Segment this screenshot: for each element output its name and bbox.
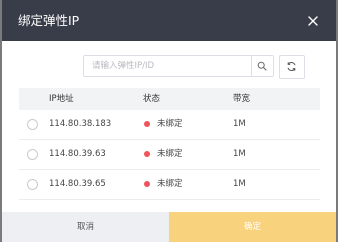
search-input[interactable] <box>84 56 256 76</box>
bind-eip-dialog: 绑定弹性IP IP地址 状态 带宽 <box>2 0 336 242</box>
search-icon <box>257 61 267 71</box>
column-header-bandwidth: 带宽 <box>233 94 251 104</box>
ip-cell: 114.80.39.65 <box>49 179 106 189</box>
cancel-button[interactable]: 取消 <box>2 212 169 242</box>
eip-table: IP地址 状态 带宽 114.80.38.183 未绑定 1M 114.80.3… <box>19 88 320 200</box>
ip-cell: 114.80.39.63 <box>49 149 106 159</box>
refresh-icon <box>287 62 296 71</box>
row-radio[interactable] <box>27 119 38 130</box>
search-box <box>83 55 274 77</box>
status-cell: 未绑定 <box>157 179 183 189</box>
bandwidth-cell: 1M <box>233 119 246 129</box>
confirm-button[interactable]: 确定 <box>169 212 336 242</box>
table-row[interactable]: 114.80.39.63 未绑定 1M <box>19 140 320 170</box>
status-dot <box>144 181 150 187</box>
row-radio[interactable] <box>27 179 38 190</box>
status-dot <box>144 121 150 127</box>
column-header-ip: IP地址 <box>49 94 74 104</box>
table-row[interactable]: 114.80.38.183 未绑定 1M <box>19 110 320 140</box>
status-cell: 未绑定 <box>157 149 183 159</box>
status-dot <box>144 151 150 157</box>
close-icon[interactable] <box>306 13 320 27</box>
table-header: IP地址 状态 带宽 <box>19 88 320 110</box>
status-cell: 未绑定 <box>157 119 183 129</box>
table-row[interactable]: 114.80.39.65 未绑定 1M <box>19 170 320 200</box>
column-header-status: 状态 <box>143 94 161 104</box>
row-radio[interactable] <box>27 149 38 160</box>
refresh-button[interactable] <box>279 55 305 79</box>
bandwidth-cell: 1M <box>233 179 246 189</box>
search-button[interactable] <box>251 56 273 76</box>
dialog-header: 绑定弹性IP <box>2 0 336 41</box>
dialog-title: 绑定弹性IP <box>18 13 80 28</box>
ip-cell: 114.80.38.183 <box>49 119 112 129</box>
bandwidth-cell: 1M <box>233 149 246 159</box>
dialog-footer: 取消 确定 <box>2 212 336 242</box>
